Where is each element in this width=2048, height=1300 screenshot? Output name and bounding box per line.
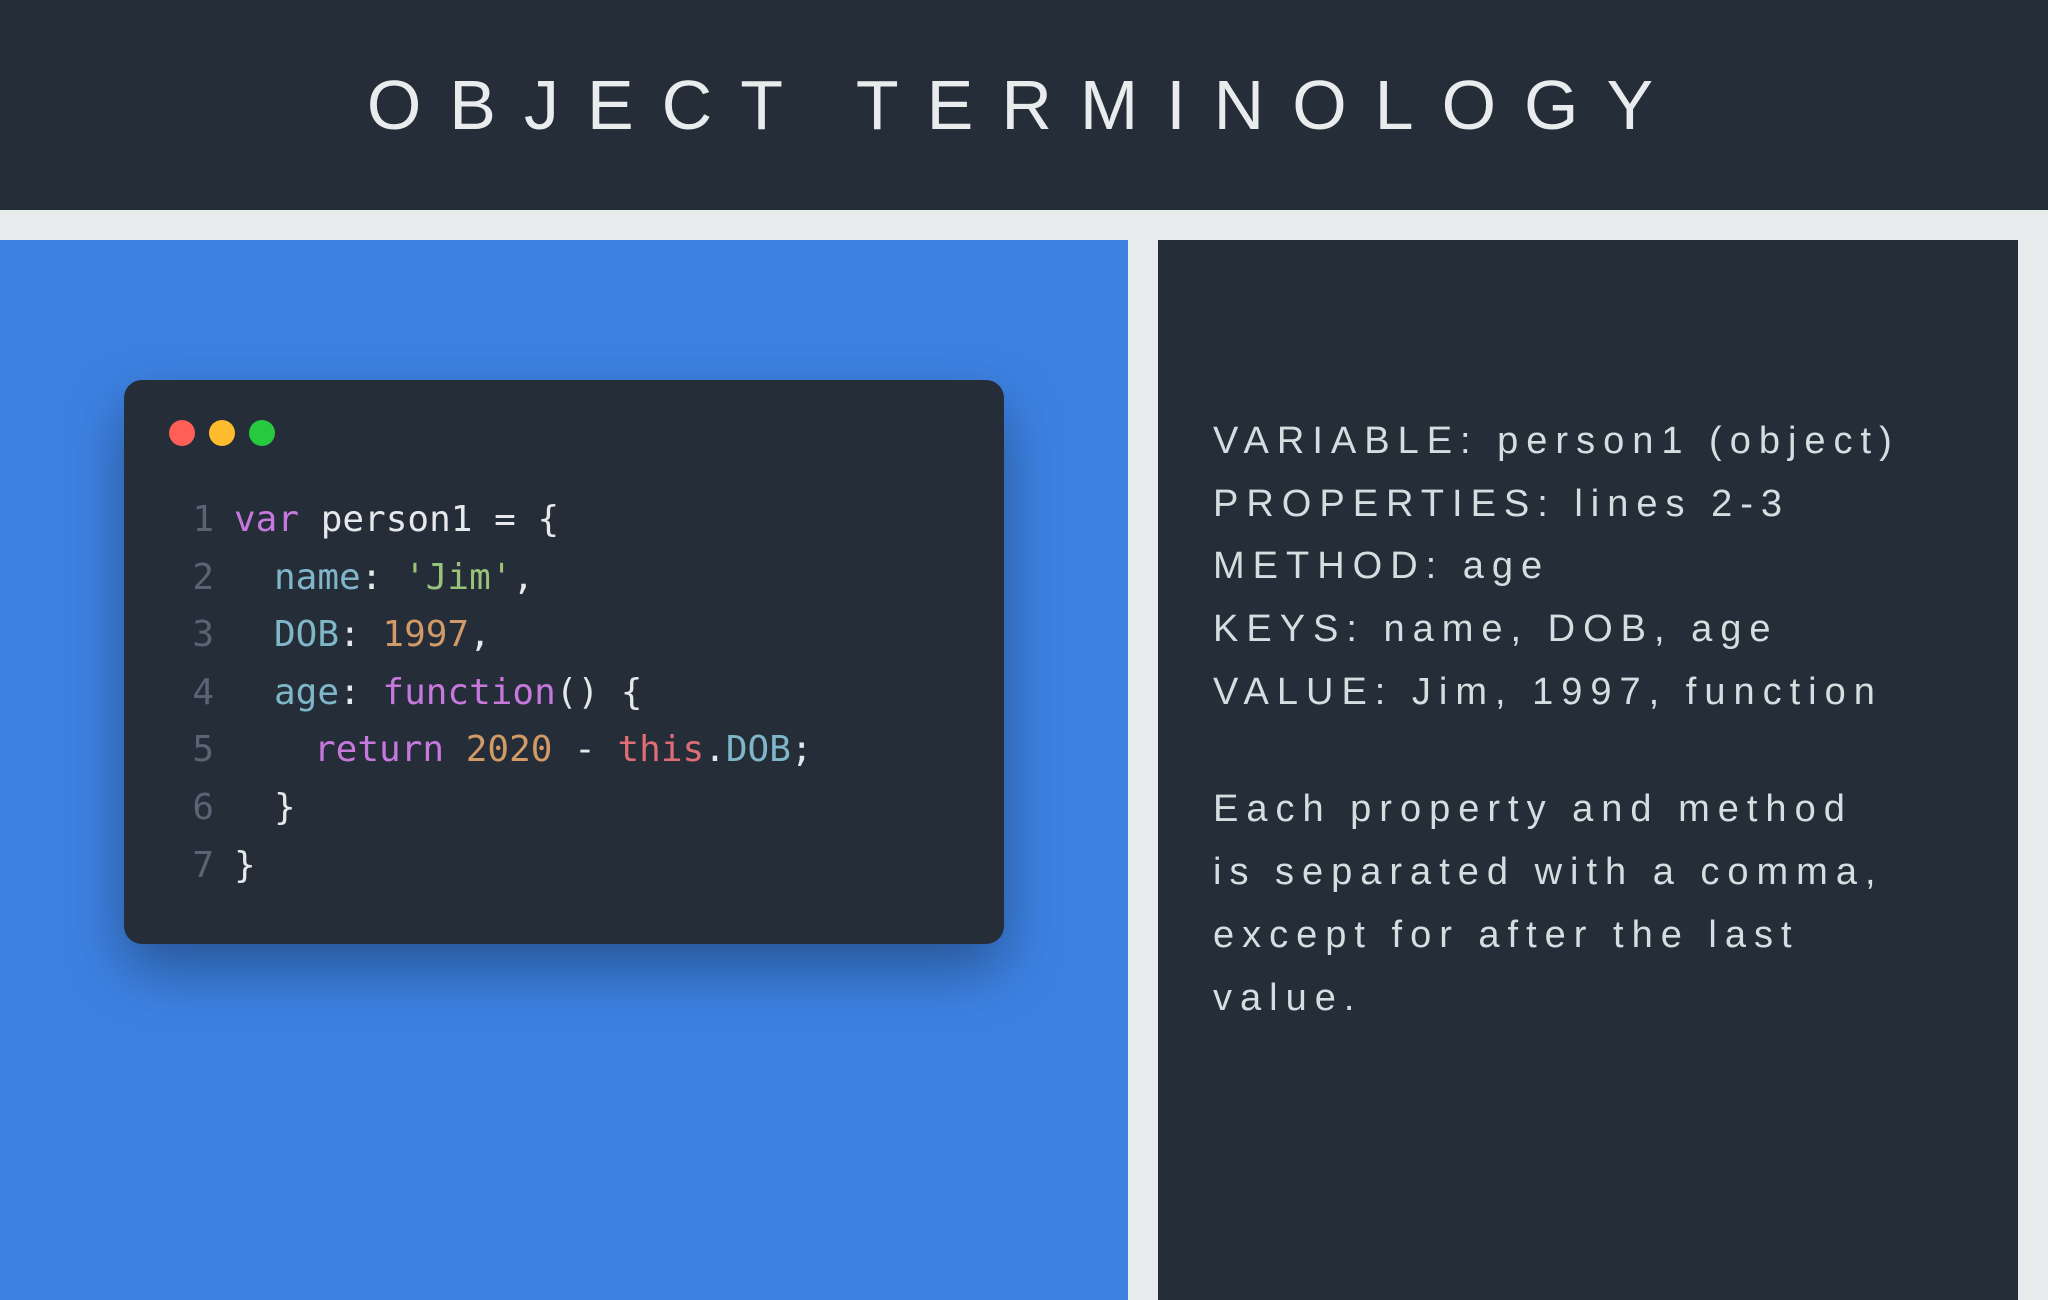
line-number: 7: [159, 837, 214, 895]
property-key: DOB: [274, 614, 339, 655]
term-value: VALUE: Jim, 1997, function: [1213, 661, 1963, 724]
close-icon: [169, 420, 195, 446]
punct: () {: [556, 672, 643, 713]
property-key: age: [274, 672, 339, 713]
term-keys: KEYS: name, DOB, age: [1213, 598, 1963, 661]
line-number: 2: [159, 549, 214, 607]
punct: :: [339, 614, 382, 655]
code-line: 4 age: function() {: [159, 664, 969, 722]
keyword: var: [234, 499, 299, 540]
punct: .: [704, 729, 726, 770]
note-text: Each property and method: [1213, 778, 1963, 841]
header-bar: OBJECT TERMINOLOGY: [0, 0, 2048, 210]
line-number: 5: [159, 721, 214, 779]
content-row: 1 var person1 = { 2 name: 'Jim', 3 DOB: …: [0, 210, 2048, 1300]
code-block: 1 var person1 = { 2 name: 'Jim', 3 DOB: …: [159, 491, 969, 894]
number: 2020: [466, 729, 553, 770]
line-number: 3: [159, 606, 214, 664]
punct: :: [339, 672, 382, 713]
this-keyword: this: [617, 729, 704, 770]
keyword: return: [314, 729, 444, 770]
code-window: 1 var person1 = { 2 name: 'Jim', 3 DOB: …: [124, 380, 1004, 944]
window-controls: [169, 420, 969, 446]
note-block: Each property and method is separated wi…: [1213, 778, 1963, 1029]
punct: -: [552, 729, 617, 770]
note-text: is separated with a comma,: [1213, 841, 1963, 904]
note-text: except for after the last: [1213, 904, 1963, 967]
code-line: 6 }: [159, 779, 969, 837]
string: 'Jim': [404, 557, 512, 598]
punct: [444, 729, 466, 770]
note-text: value.: [1213, 967, 1963, 1030]
terminology-panel: VARIABLE: person1 (object) PROPERTIES: l…: [1158, 240, 2018, 1300]
line-number: 6: [159, 779, 214, 837]
punct: = {: [494, 499, 559, 540]
minimize-icon: [209, 420, 235, 446]
term-method: METHOD: age: [1213, 535, 1963, 598]
keyword: function: [382, 672, 555, 713]
line-number: 1: [159, 491, 214, 549]
punct: }: [274, 787, 296, 828]
punct: :: [361, 557, 404, 598]
code-line: 2 name: 'Jim',: [159, 549, 969, 607]
code-line: 7 }: [159, 837, 969, 895]
code-line: 5 return 2020 - this.DOB;: [159, 721, 969, 779]
page-title: OBJECT TERMINOLOGY: [367, 65, 1681, 145]
punct: ;: [791, 729, 813, 770]
code-panel: 1 var person1 = { 2 name: 'Jim', 3 DOB: …: [0, 240, 1128, 1300]
line-number: 4: [159, 664, 214, 722]
term-properties: PROPERTIES: lines 2-3: [1213, 473, 1963, 536]
punct: ,: [469, 614, 491, 655]
punct: ,: [512, 557, 534, 598]
number: 1997: [382, 614, 469, 655]
identifier: person1: [299, 499, 494, 540]
code-line: 3 DOB: 1997,: [159, 606, 969, 664]
property-key: name: [274, 557, 361, 598]
maximize-icon: [249, 420, 275, 446]
term-variable: VARIABLE: person1 (object): [1213, 410, 1963, 473]
code-line: 1 var person1 = {: [159, 491, 969, 549]
property-key: DOB: [726, 729, 791, 770]
punct: }: [234, 845, 256, 886]
